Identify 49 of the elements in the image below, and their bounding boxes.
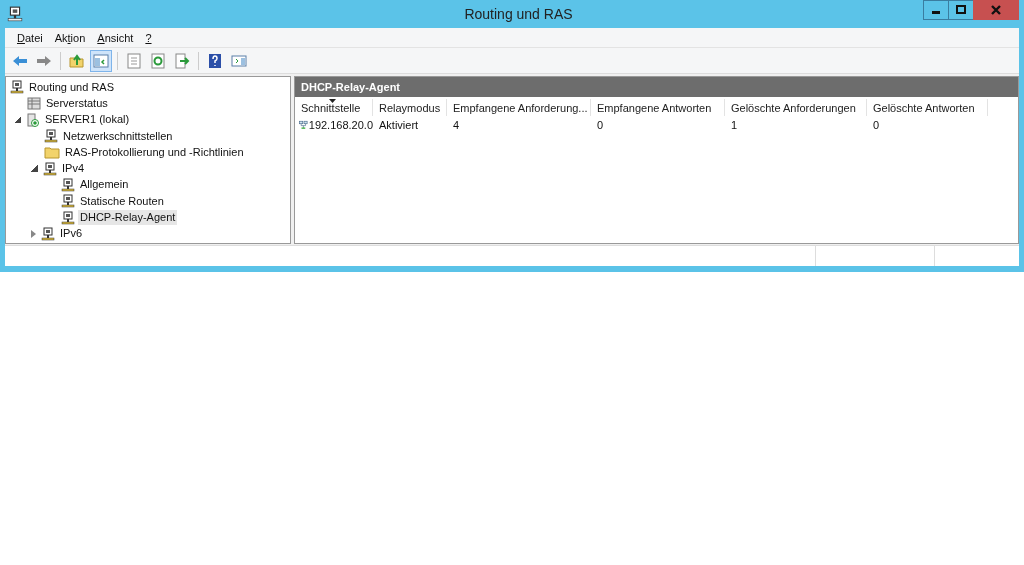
tree-item[interactable]: Netzwerkschnittstellen xyxy=(61,128,175,144)
sort-icon xyxy=(329,99,336,103)
help-icon xyxy=(207,52,223,69)
table-cell: 1 xyxy=(731,118,738,131)
maximize-icon xyxy=(956,5,966,15)
network-icon xyxy=(61,194,75,209)
toolbar-button[interactable] xyxy=(90,49,112,72)
network-icon xyxy=(43,161,57,176)
tree-item[interactable]: IPv6 xyxy=(58,226,84,242)
network-icon xyxy=(41,226,55,241)
network-icon xyxy=(61,210,75,225)
tree-item[interactable]: Serverstatus xyxy=(44,95,110,111)
close-button[interactable] xyxy=(973,0,1019,20)
network-icon xyxy=(44,129,58,144)
table-cell: 0 xyxy=(597,118,604,131)
menu-item[interactable]: ? xyxy=(139,31,158,44)
refresh-icon xyxy=(150,52,166,69)
menu-item[interactable]: Datei xyxy=(11,31,49,44)
folder-icon xyxy=(44,145,60,160)
network-icon xyxy=(7,6,23,22)
expand-icon[interactable] xyxy=(31,229,36,238)
table-cell: 192.168.20.0 xyxy=(308,118,373,131)
tree-item[interactable]: Routing und RAS xyxy=(27,79,116,95)
table-cell: Aktiviert xyxy=(379,118,419,131)
network-icon xyxy=(10,80,24,95)
network-icon xyxy=(61,177,75,192)
tree-item[interactable]: Statische Routen xyxy=(78,193,166,209)
close-icon xyxy=(991,5,1001,15)
panel-icon xyxy=(93,52,109,69)
window-title: Routing und RAS xyxy=(463,6,574,22)
collapse-icon[interactable] xyxy=(31,165,38,173)
panel-title: DHCP-Relay-Agent xyxy=(295,77,1018,97)
export-icon xyxy=(174,52,190,69)
menu-item[interactable]: Ansicht xyxy=(91,31,140,44)
server-icon xyxy=(26,112,40,127)
minimize-button[interactable] xyxy=(923,0,949,20)
menu-item[interactable]: Aktion xyxy=(48,31,92,44)
tree-item[interactable]: IPv4 xyxy=(60,161,86,177)
document-icon xyxy=(126,52,142,69)
tree-item[interactable]: DHCP-Relay-Agent xyxy=(78,210,178,225)
table-cell: 4 xyxy=(453,118,460,131)
maximize-button[interactable] xyxy=(948,0,974,20)
panel-icon xyxy=(231,52,247,69)
tree-item[interactable]: Allgemein xyxy=(78,177,131,193)
folder-icon xyxy=(69,52,85,69)
server-icon xyxy=(27,96,41,111)
table-cell: 0 xyxy=(873,118,880,131)
tree-item[interactable]: RAS-Protokollierung und -Richtlinien xyxy=(63,144,246,160)
tree-item[interactable]: SERVER1 (lokal) xyxy=(43,112,132,128)
